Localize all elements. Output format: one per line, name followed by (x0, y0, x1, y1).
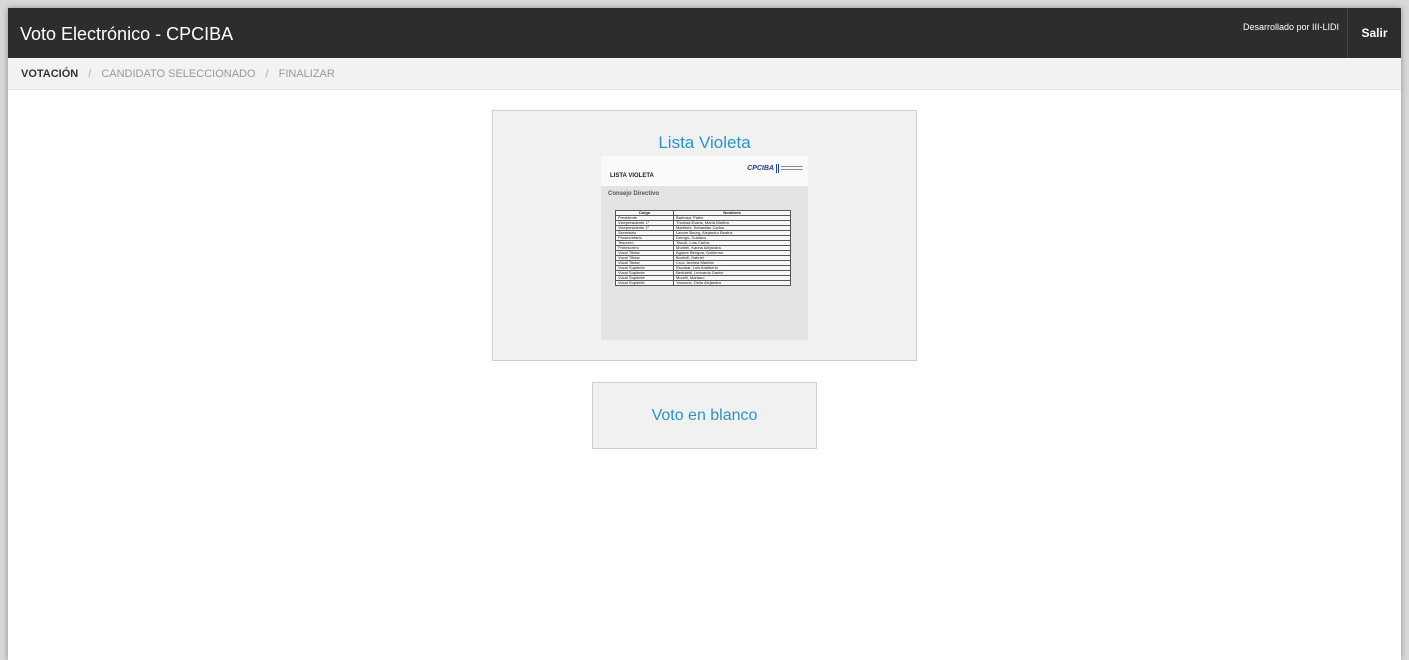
blank-vote-button[interactable]: Voto en blanco (592, 382, 817, 449)
developer-credit: Desarrollado por III-LIDI (1242, 22, 1339, 32)
ballot-image: LISTA VIOLETA CPCIBA Consejo Directivo C… (601, 156, 808, 340)
blank-vote-label: Voto en blanco (651, 406, 758, 424)
breadcrumb-separator: / (265, 67, 269, 80)
ballot-list-name: LISTA VIOLETA (610, 173, 654, 179)
app-window: Voto Electrónico - CPCIBA Desarrollado p… (8, 8, 1401, 660)
table-row: Vocal Suplente Yannone, Delia Alejandra (615, 280, 791, 286)
cpciba-logo-icon: CPCIBA (747, 162, 803, 174)
app-title: Voto Electrónico - CPCIBA (20, 24, 234, 44)
list-option-title: Lista Violeta (658, 133, 751, 152)
breadcrumb-separator: / (88, 67, 92, 80)
list-option-card[interactable]: Lista Violeta LISTA VIOLETA CPCIBA Conse… (492, 110, 917, 361)
ballot-section-title: Consejo Directivo (608, 191, 660, 197)
logout-button[interactable]: Salir (1347, 8, 1401, 58)
breadcrumb: VOTACIÓN / CANDIDATO SELECCIONADO / FINA… (8, 58, 1401, 90)
cell-nombre: Yannone, Delia Alejandra (673, 280, 791, 286)
ballot-header: LISTA VIOLETA CPCIBA (601, 156, 808, 186)
breadcrumb-step-finish: FINALIZAR (278, 67, 335, 80)
ballot-candidates-table: Cargo Nombres Presidente Barbosa, Pablo Vi… (615, 210, 791, 286)
cell-cargo: Vocal Suplente (615, 280, 674, 286)
breadcrumb-step-voting: VOTACIÓN (21, 67, 79, 80)
breadcrumb-step-selected-candidate: CANDIDATO SELECCIONADO (101, 67, 256, 80)
logo-text: CPCIBA (747, 164, 774, 172)
top-bar: Voto Electrónico - CPCIBA Desarrollado p… (8, 8, 1401, 58)
